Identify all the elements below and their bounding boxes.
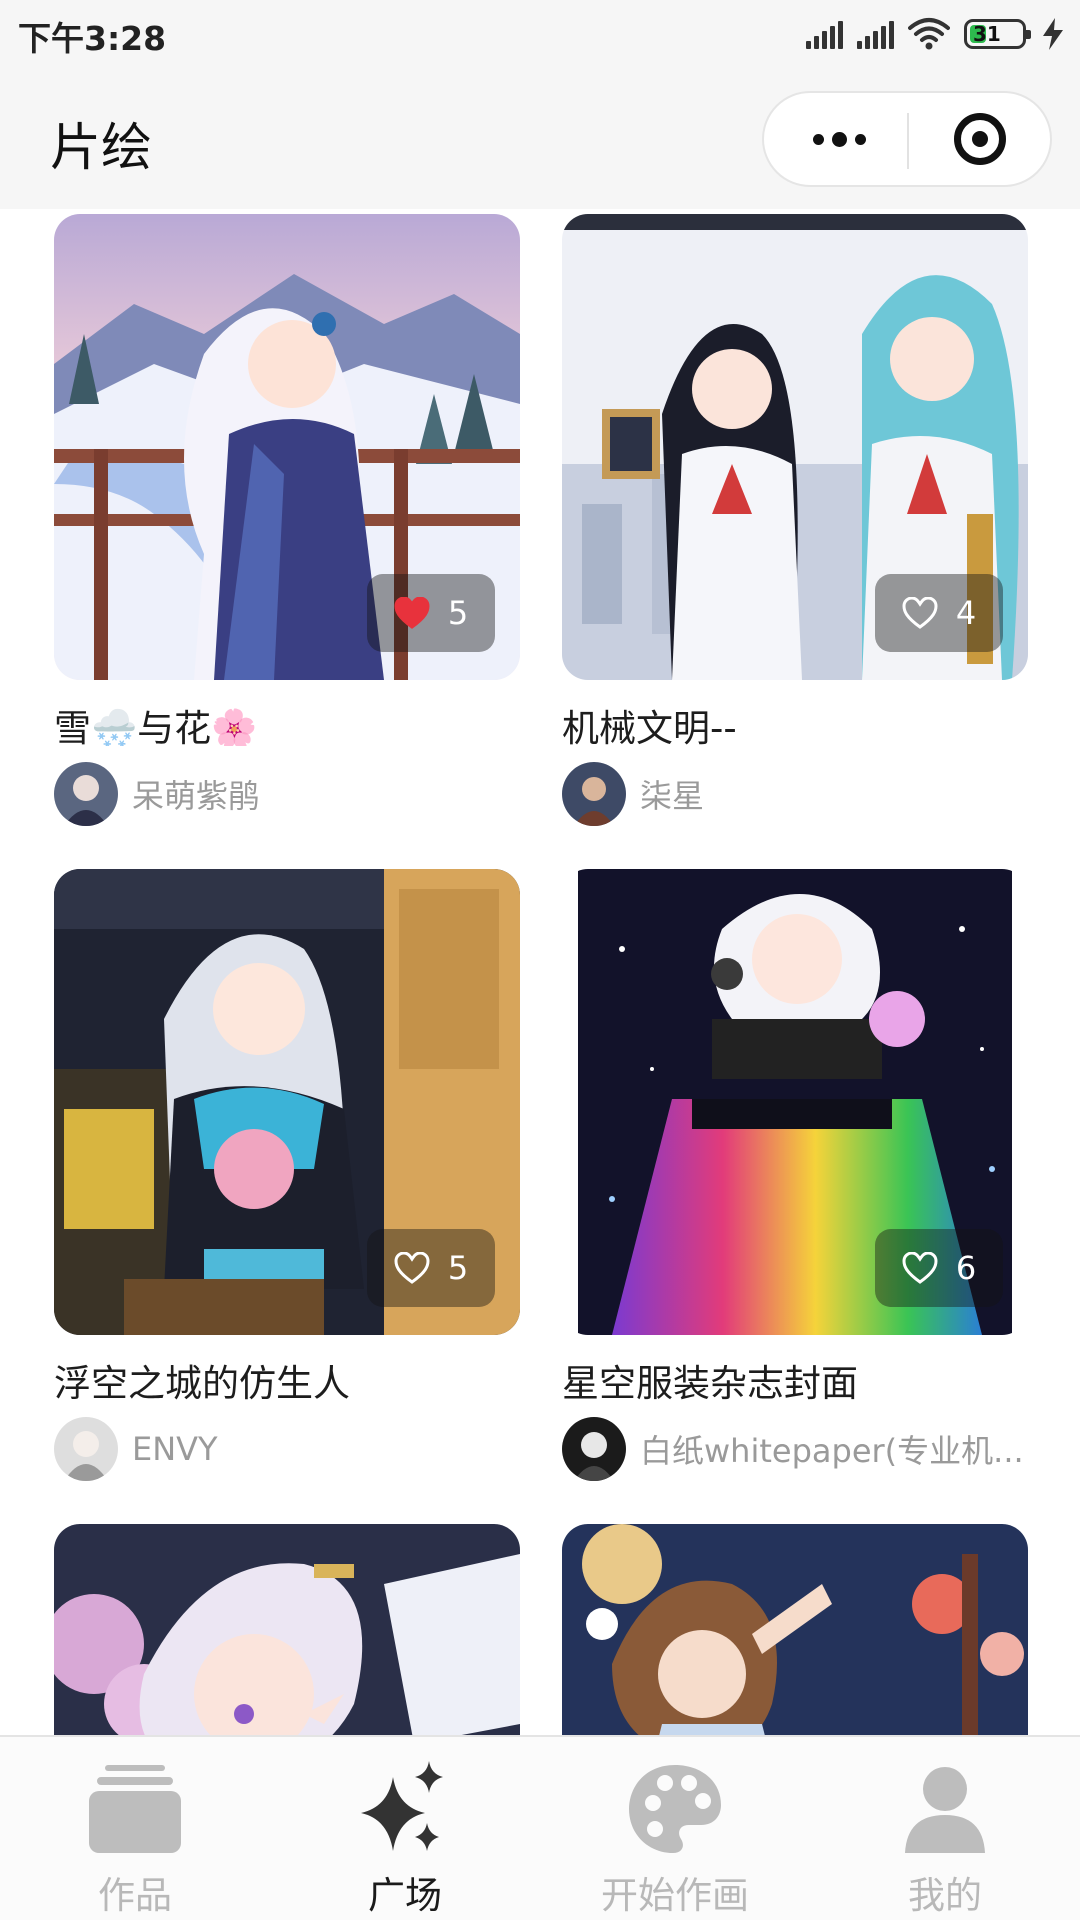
capsule-divider — [907, 113, 909, 169]
author-name[interactable]: 呆萌紫鹃 — [132, 771, 260, 817]
tab-artworks[interactable]: 作品 — [0, 1737, 270, 1920]
artwork-image[interactable]: 6 — [562, 869, 1028, 1335]
heart-icon — [394, 597, 430, 629]
like-button[interactable]: 4 — [875, 574, 1003, 652]
like-button[interactable]: 6 — [875, 1229, 1003, 1307]
nav-bar: 片绘 — [0, 66, 1080, 209]
author-row[interactable]: 白纸whitepaper(专业机... — [562, 1415, 1028, 1483]
heart-icon — [902, 597, 938, 629]
artwork-card[interactable]: 4 机械文明-- 柒星 — [562, 214, 1028, 828]
author-row[interactable]: ENVY — [54, 1415, 520, 1483]
battery-icon: 31 — [964, 19, 1031, 49]
sparkles-icon — [361, 1761, 443, 1851]
like-count: 5 — [447, 594, 469, 632]
artwork-image[interactable] — [562, 1524, 1028, 1735]
mini-program-capsule — [762, 91, 1052, 187]
page-title: 片绘 — [50, 119, 153, 178]
artwork-image[interactable]: 5 — [54, 214, 520, 680]
charging-icon — [1043, 18, 1063, 50]
artwork-card[interactable]: 6 星空服装杂志封面 白纸whitepaper(专业机... — [562, 869, 1028, 1483]
avatar[interactable] — [54, 1417, 118, 1481]
like-count: 4 — [955, 594, 977, 632]
tab-label: 开始作画 — [601, 1874, 749, 1917]
author-row[interactable]: 柒星 — [562, 760, 1028, 828]
author-row[interactable]: 呆萌紫鹃 — [54, 760, 520, 828]
like-button[interactable]: 5 — [367, 574, 495, 652]
tab-mine[interactable]: 我的 — [810, 1737, 1080, 1920]
profile-icon — [905, 1767, 985, 1853]
signal-icon — [806, 19, 843, 49]
avatar[interactable] — [562, 1417, 626, 1481]
like-button[interactable]: 5 — [367, 1229, 495, 1307]
palette-icon — [629, 1765, 721, 1853]
artwork-card[interactable] — [54, 1524, 520, 1735]
tab-label: 我的 — [908, 1874, 982, 1917]
heart-icon — [902, 1252, 938, 1284]
author-name[interactable]: 柒星 — [640, 771, 704, 817]
more-icon[interactable] — [804, 93, 874, 185]
avatar[interactable] — [562, 762, 626, 826]
signal-icon — [857, 19, 894, 49]
author-name[interactable]: 白纸whitepaper(专业机... — [640, 1426, 1024, 1472]
tab-label: 作品 — [98, 1874, 172, 1917]
author-name[interactable]: ENVY — [132, 1430, 218, 1468]
artwork-feed[interactable]: 5 雪🌨️与花🌸 呆萌紫鹃 4 机械文明-- 柒星 5 浮空之城的仿生人 ENV… — [0, 209, 1080, 1735]
status-time: 下午3:28 — [18, 19, 167, 58]
artworks-icon — [89, 1765, 181, 1853]
heart-icon — [394, 1252, 430, 1284]
like-count: 6 — [955, 1249, 977, 1287]
artwork-card[interactable] — [562, 1524, 1028, 1735]
tab-label: 广场 — [368, 1874, 442, 1917]
artwork-card[interactable]: 5 雪🌨️与花🌸 呆萌紫鹃 — [54, 214, 520, 828]
avatar[interactable] — [54, 762, 118, 826]
artwork-image[interactable]: 5 — [54, 869, 520, 1335]
artwork-title[interactable]: 星空服装杂志封面 — [562, 1353, 1028, 1401]
artwork-title[interactable]: 浮空之城的仿生人 — [54, 1353, 520, 1401]
wifi-icon — [908, 18, 950, 50]
tab-bar: 作品 广场 开始作画 我的 — [0, 1735, 1080, 1920]
like-count: 5 — [447, 1249, 469, 1287]
artwork-image[interactable] — [54, 1524, 520, 1735]
tab-square[interactable]: 广场 — [270, 1737, 540, 1920]
status-bar: 下午3:28 31 — [0, 0, 1080, 66]
artwork-card[interactable]: 5 浮空之城的仿生人 ENVY — [54, 869, 520, 1483]
status-icons: 31 — [806, 14, 1066, 54]
artwork-image[interactable]: 4 — [562, 214, 1028, 680]
target-icon[interactable] — [954, 113, 1006, 165]
artwork-title[interactable]: 机械文明-- — [562, 698, 1028, 746]
artwork-title[interactable]: 雪🌨️与花🌸 — [54, 698, 520, 746]
tab-start-drawing[interactable]: 开始作画 — [540, 1737, 810, 1920]
battery-level: 31 — [973, 22, 1001, 46]
